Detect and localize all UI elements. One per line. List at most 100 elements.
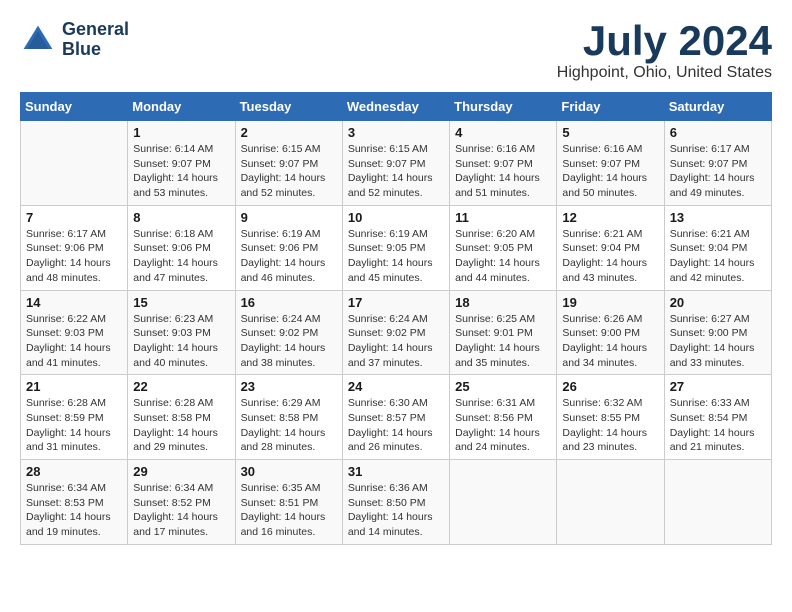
day-number: 5: [562, 125, 658, 140]
calendar-header-cell: Sunday: [21, 93, 128, 121]
day-number: 23: [241, 379, 337, 394]
day-info: Sunrise: 6:19 AMSunset: 9:06 PMDaylight:…: [241, 227, 337, 286]
logo-line2: Blue: [62, 40, 129, 60]
logo-text: General Blue: [62, 20, 129, 60]
logo-line1: General: [62, 20, 129, 40]
day-number: 22: [133, 379, 229, 394]
day-info: Sunrise: 6:36 AMSunset: 8:50 PMDaylight:…: [348, 481, 444, 540]
day-number: 13: [670, 210, 766, 225]
day-info: Sunrise: 6:16 AMSunset: 9:07 PMDaylight:…: [455, 142, 551, 201]
day-info: Sunrise: 6:19 AMSunset: 9:05 PMDaylight:…: [348, 227, 444, 286]
day-info: Sunrise: 6:33 AMSunset: 8:54 PMDaylight:…: [670, 396, 766, 455]
calendar-header-cell: Wednesday: [342, 93, 449, 121]
calendar-day-cell: 5 Sunrise: 6:16 AMSunset: 9:07 PMDaylight…: [557, 121, 664, 206]
calendar-day-cell: 1 Sunrise: 6:14 AMSunset: 9:07 PMDaylight…: [128, 121, 235, 206]
calendar-header-row: SundayMondayTuesdayWednesdayThursdayFrid…: [21, 93, 772, 121]
calendar-day-cell: [664, 460, 771, 545]
calendar-day-cell: 2Sunrise: 6:15 AMSunset: 9:07 PMDaylight…: [235, 121, 342, 206]
day-info: Sunrise: 6:15 AMSunset: 9:07 PMDaylight:…: [348, 142, 444, 201]
calendar-day-cell: 25 Sunrise: 6:31 AMSunset: 8:56 PMDayligh…: [450, 375, 557, 460]
day-info: Sunrise: 6:20 AMSunset: 9:05 PMDaylight:…: [455, 227, 551, 286]
calendar-day-cell: 22 Sunrise: 6:28 AMSunset: 8:58 PMDayligh…: [128, 375, 235, 460]
calendar-day-cell: 30 Sunrise: 6:35 AMSunset: 8:51 PMDayligh…: [235, 460, 342, 545]
calendar-header-cell: Friday: [557, 93, 664, 121]
day-info: Sunrise: 6:17 AMSunset: 9:07 PMDaylight:…: [670, 142, 766, 201]
calendar-day-cell: 15 Sunrise: 6:23 AMSunset: 9:03 PMDayligh…: [128, 290, 235, 375]
calendar-day-cell: 4 Sunrise: 6:16 AMSunset: 9:07 PMDaylight…: [450, 121, 557, 206]
day-number: 24: [348, 379, 444, 394]
day-info: Sunrise: 6:30 AMSunset: 8:57 PMDaylight:…: [348, 396, 444, 455]
main-title: July 2024: [557, 20, 772, 62]
calendar-week-row: 7 Sunrise: 6:17 AMSunset: 9:06 PMDaylight…: [21, 205, 772, 290]
day-info: Sunrise: 6:28 AMSunset: 8:58 PMDaylight:…: [133, 396, 229, 455]
calendar-day-cell: 3 Sunrise: 6:15 AMSunset: 9:07 PMDaylight…: [342, 121, 449, 206]
day-info: Sunrise: 6:18 AMSunset: 9:06 PMDaylight:…: [133, 227, 229, 286]
day-number: 25: [455, 379, 551, 394]
day-number: 31: [348, 464, 444, 479]
calendar-day-cell: 10 Sunrise: 6:19 AMSunset: 9:05 PMDayligh…: [342, 205, 449, 290]
day-number: 8: [133, 210, 229, 225]
day-info: Sunrise: 6:27 AMSunset: 9:00 PMDaylight:…: [670, 312, 766, 371]
day-number: 15: [133, 295, 229, 310]
day-info: Sunrise: 6:29 AMSunset: 8:58 PMDaylight:…: [241, 396, 337, 455]
day-number: 10: [348, 210, 444, 225]
calendar-day-cell: 24 Sunrise: 6:30 AMSunset: 8:57 PMDayligh…: [342, 375, 449, 460]
day-info: Sunrise: 6:24 AMSunset: 9:02 PMDaylight:…: [348, 312, 444, 371]
page-header: General Blue July 2024 Highpoint, Ohio, …: [20, 20, 772, 82]
calendar-day-cell: 20 Sunrise: 6:27 AMSunset: 9:00 PMDayligh…: [664, 290, 771, 375]
calendar-day-cell: 11 Sunrise: 6:20 AMSunset: 9:05 PMDayligh…: [450, 205, 557, 290]
calendar-body: 1 Sunrise: 6:14 AMSunset: 9:07 PMDaylight…: [21, 121, 772, 545]
calendar-day-cell: 6 Sunrise: 6:17 AMSunset: 9:07 PMDaylight…: [664, 121, 771, 206]
calendar-week-row: 28Sunrise: 6:34 AMSunset: 8:53 PMDayligh…: [21, 460, 772, 545]
calendar-header-cell: Tuesday: [235, 93, 342, 121]
day-info: Sunrise: 6:34 AMSunset: 8:52 PMDaylight:…: [133, 481, 229, 540]
day-number: 6: [670, 125, 766, 140]
day-number: 4: [455, 125, 551, 140]
calendar-header-cell: Saturday: [664, 93, 771, 121]
day-info: Sunrise: 6:17 AMSunset: 9:06 PMDaylight:…: [26, 227, 122, 286]
day-number: 9: [241, 210, 337, 225]
calendar-day-cell: [21, 121, 128, 206]
day-info: Sunrise: 6:34 AMSunset: 8:53 PMDaylight:…: [26, 481, 122, 540]
day-info: Sunrise: 6:23 AMSunset: 9:03 PMDaylight:…: [133, 312, 229, 371]
calendar-day-cell: 28Sunrise: 6:34 AMSunset: 8:53 PMDayligh…: [21, 460, 128, 545]
day-info: Sunrise: 6:24 AMSunset: 9:02 PMDaylight:…: [241, 312, 337, 371]
day-number: 20: [670, 295, 766, 310]
logo-icon: [20, 22, 56, 58]
day-number: 16: [241, 295, 337, 310]
calendar-header-cell: Thursday: [450, 93, 557, 121]
day-info: Sunrise: 6:31 AMSunset: 8:56 PMDaylight:…: [455, 396, 551, 455]
day-info: Sunrise: 6:15 AMSunset: 9:07 PMDaylight:…: [241, 142, 337, 201]
calendar-day-cell: 13 Sunrise: 6:21 AMSunset: 9:04 PMDayligh…: [664, 205, 771, 290]
calendar-day-cell: 19Sunrise: 6:26 AMSunset: 9:00 PMDayligh…: [557, 290, 664, 375]
calendar-day-cell: 16 Sunrise: 6:24 AMSunset: 9:02 PMDayligh…: [235, 290, 342, 375]
day-number: 3: [348, 125, 444, 140]
calendar-day-cell: [450, 460, 557, 545]
day-number: 12: [562, 210, 658, 225]
day-info: Sunrise: 6:25 AMSunset: 9:01 PMDaylight:…: [455, 312, 551, 371]
calendar-week-row: 21Sunrise: 6:28 AMSunset: 8:59 PMDayligh…: [21, 375, 772, 460]
calendar-day-cell: 23 Sunrise: 6:29 AMSunset: 8:58 PMDayligh…: [235, 375, 342, 460]
day-info: Sunrise: 6:16 AMSunset: 9:07 PMDaylight:…: [562, 142, 658, 201]
day-info: Sunrise: 6:14 AMSunset: 9:07 PMDaylight:…: [133, 142, 229, 201]
day-number: 7: [26, 210, 122, 225]
calendar-day-cell: 7 Sunrise: 6:17 AMSunset: 9:06 PMDaylight…: [21, 205, 128, 290]
calendar-day-cell: 26Sunrise: 6:32 AMSunset: 8:55 PMDayligh…: [557, 375, 664, 460]
calendar-day-cell: 12Sunrise: 6:21 AMSunset: 9:04 PMDayligh…: [557, 205, 664, 290]
day-number: 30: [241, 464, 337, 479]
calendar-table: SundayMondayTuesdayWednesdayThursdayFrid…: [20, 92, 772, 545]
calendar-day-cell: 17 Sunrise: 6:24 AMSunset: 9:02 PMDayligh…: [342, 290, 449, 375]
title-area: July 2024 Highpoint, Ohio, United States: [557, 20, 772, 82]
day-number: 11: [455, 210, 551, 225]
day-number: 17: [348, 295, 444, 310]
calendar-day-cell: 31 Sunrise: 6:36 AMSunset: 8:50 PMDayligh…: [342, 460, 449, 545]
day-number: 26: [562, 379, 658, 394]
day-number: 29: [133, 464, 229, 479]
calendar-week-row: 1 Sunrise: 6:14 AMSunset: 9:07 PMDaylight…: [21, 121, 772, 206]
day-info: Sunrise: 6:35 AMSunset: 8:51 PMDaylight:…: [241, 481, 337, 540]
day-info: Sunrise: 6:21 AMSunset: 9:04 PMDaylight:…: [670, 227, 766, 286]
day-info: Sunrise: 6:26 AMSunset: 9:00 PMDaylight:…: [562, 312, 658, 371]
calendar-day-cell: 9 Sunrise: 6:19 AMSunset: 9:06 PMDaylight…: [235, 205, 342, 290]
day-number: 1: [133, 125, 229, 140]
calendar-week-row: 14Sunrise: 6:22 AMSunset: 9:03 PMDayligh…: [21, 290, 772, 375]
